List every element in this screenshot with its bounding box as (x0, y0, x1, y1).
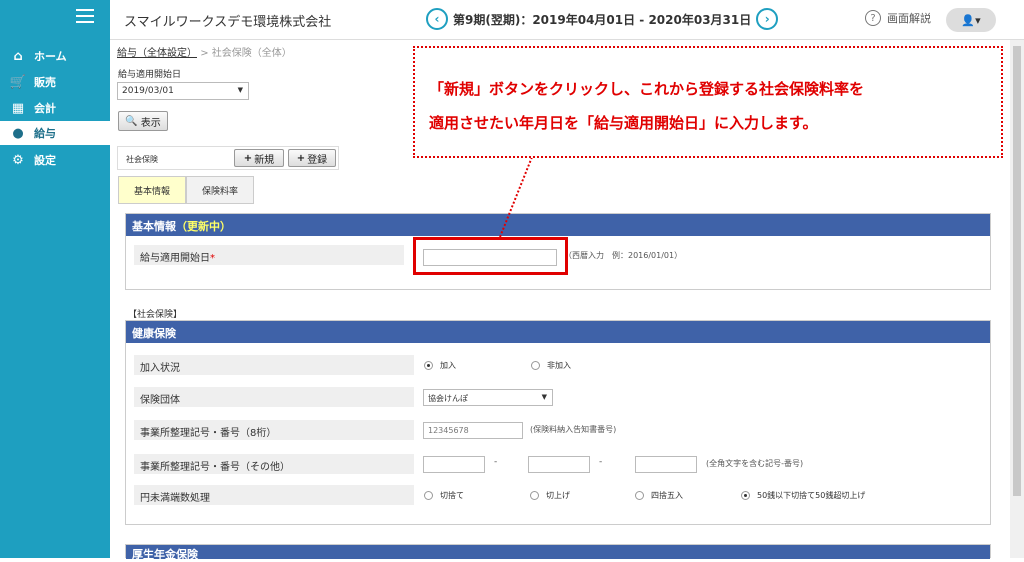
vertical-scrollbar[interactable] (1010, 40, 1024, 558)
callout-line-1: 「新規」ボタンをクリックし、これから登録する社会保険料率を (429, 80, 865, 98)
callout-line-2: 適用させたい年月日を「給与適用開始日」に入力します。 (429, 114, 818, 132)
scrollbar-thumb[interactable] (1013, 46, 1021, 496)
instruction-callout: 「新規」ボタンをクリックし、これから登録する社会保険料率を 適用させたい年月日を… (413, 46, 1003, 158)
highlight-box (413, 237, 568, 275)
